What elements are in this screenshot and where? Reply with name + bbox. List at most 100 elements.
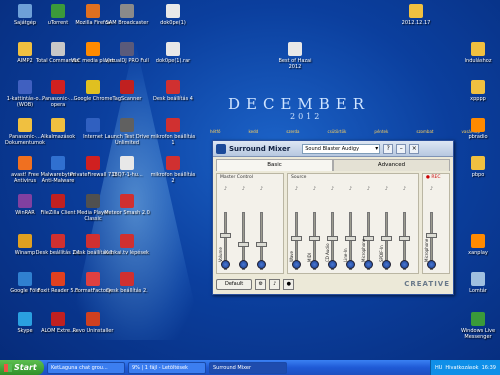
desktop-icon[interactable]: Lomtár — [455, 272, 500, 294]
desktop-icon-label: mikrofon beállítás 1 — [150, 134, 196, 146]
desktop-icon-label: Sajátgép — [13, 20, 37, 26]
mute-button[interactable] — [221, 260, 230, 269]
mute-button[interactable] — [400, 260, 409, 269]
desktop-icon[interactable]: pbradio — [455, 118, 500, 140]
desktop-icon-label: dok0pe(1) — [160, 20, 186, 26]
links-toolbar[interactable]: Hivatkozások — [445, 365, 478, 371]
shortcut-icon — [471, 234, 485, 248]
desktop-icon[interactable]: TagScanner — [104, 80, 150, 102]
desktop-icon[interactable]: Induláshoz — [455, 42, 500, 64]
calendar-day-label: csütörtök — [327, 129, 347, 134]
taskbar-button[interactable]: KetLaguna chat grou... — [47, 361, 125, 374]
desktop-icon-label: uTorrent — [47, 20, 69, 26]
taskbar-button[interactable]: Surround Mixer — [209, 361, 287, 374]
desktop-icon[interactable]: Desk beállítás 2. — [104, 272, 150, 294]
shortcut-icon — [86, 194, 100, 208]
mute-button[interactable] — [382, 260, 391, 269]
desktop-icon-label: xanplay — [468, 250, 488, 256]
shortcut-icon — [51, 118, 65, 132]
volume-slider-knob[interactable] — [426, 233, 437, 239]
taskbar-button[interactable]: 9% | 1 fájl - Letöltések — [128, 361, 206, 374]
desktop-icon-label: Desk beállítás 4 — [153, 96, 193, 102]
desktop-icon[interactable]: xanplay — [455, 234, 500, 256]
shortcut-icon — [86, 272, 100, 286]
shortcut-icon — [51, 42, 65, 56]
desktop-icon-label: Induláshoz — [464, 58, 492, 64]
volume-slider-knob[interactable] — [309, 236, 320, 242]
desktop-icon[interactable]: Launch Test Drive Unlimited — [104, 118, 150, 146]
volume-slider-knob[interactable] — [220, 233, 231, 239]
desktop-icon[interactable]: pbpo — [455, 156, 500, 178]
mute-button[interactable] — [346, 260, 355, 269]
shortcut-icon — [51, 234, 65, 248]
mixer-channel: ♪ Microphone — [423, 184, 441, 273]
clock[interactable]: 16:39 — [482, 365, 496, 371]
shortcut-icon — [409, 4, 423, 18]
desktop-icon[interactable]: Windows Live Messenger — [455, 312, 500, 340]
desktop-icon-label: 2012.12.17 — [401, 20, 431, 26]
mute-button[interactable] — [427, 260, 436, 269]
settings-icon[interactable]: ⚙ — [255, 278, 267, 290]
language-indicator[interactable]: HU — [435, 365, 442, 371]
mixer-channel: ♪ Line-In — [342, 184, 360, 273]
default-button[interactable]: Default — [216, 278, 253, 290]
desktop-icon-label: Best of Hazai 2012 — [278, 58, 312, 70]
mute-button[interactable] — [292, 260, 301, 269]
record-group: ● REC ♪ Microphone — [422, 173, 450, 274]
desktop-icon-label: AIMP2 — [17, 58, 33, 64]
tab-basic[interactable]: Basic — [216, 159, 333, 171]
desktop-icon[interactable]: Revo Uninstaller — [70, 312, 116, 334]
desktop-icon-label: SAM Broadcaster — [105, 20, 149, 26]
shortcut-icon — [51, 272, 65, 286]
minimize-button[interactable]: – — [396, 143, 407, 154]
volume-slider-knob[interactable] — [381, 236, 392, 242]
desktop-icon[interactable]: xpppp — [455, 80, 500, 102]
start-button[interactable]: Start — [0, 360, 44, 375]
mute-button[interactable] — [328, 260, 337, 269]
volume-slider-knob[interactable] — [256, 241, 267, 247]
channel-type-icon: ♪ — [294, 186, 299, 192]
desktop-icon[interactable]: Desk beállítás 4 — [150, 80, 196, 102]
desktop-icon[interactable]: dok0pe(1).rar — [150, 42, 196, 64]
shortcut-icon — [18, 156, 32, 170]
volume-slider-knob[interactable] — [345, 236, 356, 242]
mixer-titlebar[interactable]: Surround Mixer Sound Blaster Audigy ? – … — [213, 141, 453, 157]
volume-slider-knob[interactable] — [399, 236, 410, 242]
desktop-icon[interactable]: VirtualDJ PRO Full — [104, 42, 150, 64]
mixer-body: Master Control ♪ Volume ♪ ♪ Source ♪ Wave ♪ MI… — [216, 173, 450, 274]
shortcut-icon — [86, 118, 100, 132]
tab-advanced[interactable]: Advanced — [333, 159, 450, 171]
desktop-icon[interactable]: Kenkai.tv lépések — [104, 234, 150, 256]
shortcut-icon — [51, 312, 65, 326]
shortcut-icon — [18, 194, 32, 208]
speaker-icon[interactable]: ♪ — [269, 278, 281, 290]
channel-type-icon: ♪ — [259, 186, 264, 192]
mute-button[interactable] — [364, 260, 373, 269]
device-select[interactable]: Sound Blaster Audigy — [302, 143, 381, 154]
channel-type-icon: ♪ — [429, 186, 434, 192]
desktop-icon[interactable]: Meteor Smash 2.0 — [104, 194, 150, 216]
desktop-icon[interactable]: SAM Broadcaster — [104, 4, 150, 26]
close-button[interactable]: × — [409, 143, 420, 154]
desktop-icon-label: Revo Uninstaller — [72, 328, 114, 334]
shortcut-icon — [288, 42, 302, 56]
mute-button[interactable] — [257, 260, 266, 269]
desktop-icon-label: VirtualDJ PRO Full — [105, 58, 149, 64]
mute-button[interactable] — [310, 260, 319, 269]
volume-slider-knob[interactable] — [238, 241, 249, 247]
desktop-icon-label: Skype — [17, 328, 33, 334]
help-button[interactable]: ? — [383, 143, 394, 154]
desktop-icon[interactable]: mikrofon beállítás 2 — [150, 156, 196, 184]
record-icon[interactable]: ● — [283, 278, 295, 290]
volume-slider-knob[interactable] — [291, 236, 302, 242]
desktop-icon[interactable]: mikrofon beállítás 1 — [150, 118, 196, 146]
mixer-channel: ♪ Microphone — [360, 184, 378, 273]
shortcut-icon — [18, 272, 32, 286]
desktop-icon[interactable]: 13Q7-1-hu... — [104, 156, 150, 178]
mute-button[interactable] — [239, 260, 248, 269]
desktop-icon[interactable]: 2012.12.17 — [393, 4, 439, 26]
channel-label: CD Audio — [325, 243, 330, 262]
volume-slider-knob[interactable] — [327, 236, 338, 242]
desktop-icon[interactable]: Best of Hazai 2012 — [272, 42, 318, 70]
desktop-icon[interactable]: dok0pe(1) — [150, 4, 196, 26]
